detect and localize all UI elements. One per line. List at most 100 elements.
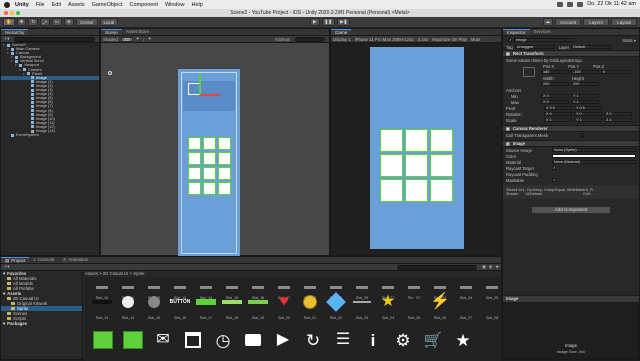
layer-dropdown[interactable]: Default xyxy=(571,44,612,50)
tag-dropdown[interactable]: Untagged xyxy=(514,44,555,50)
raycast-target-checkbox[interactable]: ✓ xyxy=(552,166,556,170)
gizmos-dropdown[interactable]: Gizmos xyxy=(275,37,290,42)
scale-x[interactable]: X 1 xyxy=(544,117,572,123)
display-dropdown[interactable]: Display 1 xyxy=(333,37,351,42)
resolution-dropdown[interactable]: iPhone 11 Pro Max 2688×1242 xyxy=(355,37,414,42)
expand-arrow-icon[interactable]: ▾ xyxy=(7,51,10,55)
material-field[interactable]: None (Material) xyxy=(552,159,636,165)
apple-icon[interactable] xyxy=(4,1,10,8)
anchor-min-y[interactable]: Y 1 xyxy=(571,93,599,99)
menu-help[interactable]: Help xyxy=(192,2,203,8)
space-toggle[interactable]: Local xyxy=(99,18,118,26)
expand-arrow-icon[interactable]: ▾ xyxy=(15,63,18,67)
asset-thumbnail[interactable]: ♥ Slot_20 xyxy=(271,289,297,323)
object-name-field[interactable]: Image xyxy=(514,37,574,43)
rotate-tool-button[interactable]: ↻ xyxy=(28,18,39,26)
menu-file[interactable]: File xyxy=(36,2,45,8)
asset-thumbnail[interactable]: Slot_14 xyxy=(115,289,141,323)
slot-image[interactable] xyxy=(430,129,453,152)
account-dropdown[interactable]: Account xyxy=(555,18,582,26)
rotation-z[interactable]: Z 0 xyxy=(604,111,632,117)
raycast-padding-foldout[interactable]: Raycast Padding xyxy=(506,172,550,177)
shader-value[interactable]: UI/Default xyxy=(525,192,542,196)
zoom-window-button[interactable] xyxy=(16,11,20,15)
maximize-toggle[interactable]: Maximize On Play xyxy=(432,37,467,42)
slot-image[interactable] xyxy=(380,154,403,177)
pos-z-field[interactable]: 0 xyxy=(601,69,629,75)
info-icon[interactable]: i xyxy=(359,327,387,361)
game-viewport[interactable] xyxy=(331,43,501,255)
refresh-icon[interactable]: ↻ xyxy=(299,327,327,361)
asset-thumbnail[interactable]: ★ Slot_25 xyxy=(401,289,427,323)
asset-thumbnail[interactable]: BUTTON Slot_16 xyxy=(167,289,193,323)
hierarchy-row[interactable]: EventSystem xyxy=(1,132,99,137)
menu-assets[interactable]: Assets xyxy=(68,2,85,8)
slot-image[interactable] xyxy=(405,129,428,152)
menu-gameobject[interactable]: GameObject xyxy=(92,2,123,8)
height-field[interactable]: 200 xyxy=(571,81,599,87)
rect-transform-header[interactable]: ▦ Rect Transform xyxy=(503,50,639,57)
asset-thumbnail[interactable]: Slot_17 xyxy=(193,289,219,323)
collab-icon[interactable]: ☁ xyxy=(542,18,554,26)
maskable-checkbox[interactable]: ✓ xyxy=(552,178,556,182)
cart-icon[interactable]: 🛒 xyxy=(419,327,447,361)
gear-icon[interactable]: ⚙ xyxy=(389,327,417,361)
asset-thumbnail[interactable]: Slot_23 xyxy=(349,289,375,323)
anchor-max-x[interactable]: X 0 xyxy=(541,99,569,105)
clock-icon[interactable]: ◷ xyxy=(209,327,237,361)
slot-image[interactable] xyxy=(380,129,403,152)
audio-icon[interactable]: ♪ xyxy=(142,37,144,42)
project-tree-item[interactable]: ▾ Packages xyxy=(1,321,82,326)
asset-thumbnail[interactable]: Slot_18 xyxy=(219,289,245,323)
video-icon[interactable] xyxy=(239,327,267,361)
menu-edit[interactable]: Edit xyxy=(52,2,61,8)
effects-icon[interactable]: ✦ xyxy=(148,36,152,42)
slot-image[interactable] xyxy=(188,137,201,150)
layout-dropdown[interactable]: Layout xyxy=(611,18,638,26)
shader-edit-button[interactable]: Edit... xyxy=(583,192,593,196)
asset-thumbnail[interactable]: Slot_28 xyxy=(479,289,505,323)
scene-search-input[interactable] xyxy=(295,36,325,42)
scale-z[interactable]: Z 1 xyxy=(604,117,632,123)
expand-arrow-icon[interactable]: ▾ xyxy=(23,72,26,76)
slot-image[interactable] xyxy=(188,167,201,180)
tab-inspector[interactable]: Inspector xyxy=(503,29,530,35)
green-square-icon[interactable] xyxy=(89,327,117,361)
wifi-icon[interactable] xyxy=(557,1,564,7)
menu-component[interactable]: Component xyxy=(130,2,158,8)
slot-image[interactable] xyxy=(203,137,216,150)
expand-arrow-icon[interactable]: ▾ xyxy=(3,43,6,47)
move-gizmo-y[interactable] xyxy=(199,75,201,95)
tab-asset-store[interactable]: Asset Store xyxy=(122,29,153,35)
battery-icon[interactable] xyxy=(567,1,574,7)
pivot-toggle[interactable]: Center xyxy=(75,18,98,26)
step-button[interactable]: ▶❚ xyxy=(337,18,351,26)
menu-app[interactable]: Unity xyxy=(15,2,29,8)
scale-tool-button[interactable]: ⤢ xyxy=(40,18,50,26)
slot-image[interactable] xyxy=(405,154,428,177)
list-icon[interactable]: ☰ xyxy=(329,327,357,361)
preview-header[interactable]: Image xyxy=(503,295,639,302)
expand-arrow-icon[interactable]: ▾ xyxy=(19,68,22,72)
move-tool-button[interactable]: ✥ xyxy=(16,18,27,26)
menu-window[interactable]: Window xyxy=(165,2,185,8)
pos-y-field[interactable]: -165 xyxy=(571,69,599,75)
rect-tool-button[interactable]: ▭ xyxy=(51,18,63,26)
slot-image[interactable] xyxy=(218,182,231,195)
asset-thumbnail[interactable]: Slot_21 xyxy=(297,289,323,323)
shading-dropdown[interactable]: Shaded xyxy=(103,37,118,42)
lighting-icon[interactable]: ☀ xyxy=(136,36,140,42)
add-component-button[interactable]: Add Component xyxy=(531,205,611,214)
transform-tool-button[interactable]: ⊕ xyxy=(64,18,74,26)
pause-button[interactable]: ❚❚ xyxy=(321,18,336,26)
search-icon[interactable] xyxy=(577,1,584,7)
scale-y[interactable]: Y 1 xyxy=(574,117,602,123)
asset-thumbnail[interactable]: Slot_19 xyxy=(245,289,271,323)
cull-checkbox[interactable] xyxy=(580,133,584,137)
slot-image[interactable] xyxy=(430,154,453,177)
asset-thumbnail[interactable]: ★ Slot_24 xyxy=(375,289,401,323)
slot-image[interactable] xyxy=(188,152,201,165)
anchors-foldout[interactable]: Anchors xyxy=(506,88,521,93)
tab-console[interactable]: ≡ Console xyxy=(29,257,58,263)
scene-viewport[interactable] xyxy=(101,43,329,257)
